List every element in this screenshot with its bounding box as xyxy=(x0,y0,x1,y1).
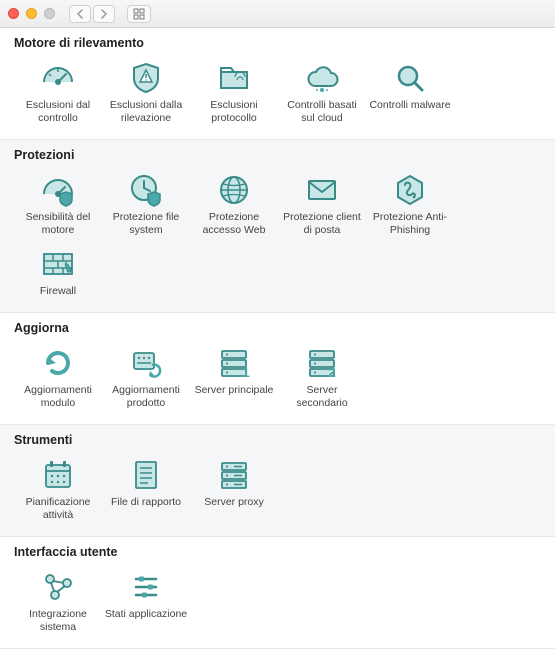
proxy-server[interactable]: Server proxy xyxy=(190,453,278,526)
item-label: Server proxy xyxy=(204,496,264,509)
section-items: Sensibilità del motoreProtezione file sy… xyxy=(14,168,541,301)
item-label: Server principale xyxy=(195,384,274,397)
section-title: Interfaccia utente xyxy=(14,545,541,559)
item-label: Aggiornamenti modulo xyxy=(16,384,100,410)
section-3: Strumenti Pianificazione attività File di … xyxy=(0,425,555,537)
item-label: Pianificazione attività xyxy=(16,496,100,522)
server-1-icon xyxy=(214,345,254,381)
cloud-controls[interactable]: Controlli basati sul cloud xyxy=(278,56,366,129)
section-items: Pianificazione attività File di rapporto S… xyxy=(14,453,541,526)
package-icon xyxy=(126,345,166,381)
report-files[interactable]: File di rapporto xyxy=(102,453,190,526)
item-label: Controlli basati sul cloud xyxy=(280,99,364,125)
anti-phishing[interactable]: Protezione Anti-Phishing xyxy=(366,168,454,241)
titlebar xyxy=(0,0,555,28)
exclusions-detection[interactable]: Esclusioni dalla rilevazione xyxy=(102,56,190,129)
item-label: Protezione file system xyxy=(104,211,188,237)
item-label: Integrazione sistema xyxy=(16,608,100,634)
item-label: Controlli malware xyxy=(369,99,450,112)
product-updates[interactable]: Aggiornamenti prodotto xyxy=(102,341,190,414)
folder-icon xyxy=(214,60,254,96)
section-title: Protezioni xyxy=(14,148,541,162)
exclusions-protocol[interactable]: Esclusioni protocollo xyxy=(190,56,278,129)
item-label: Stati applicazione xyxy=(105,608,187,621)
gauge-icon xyxy=(38,60,78,96)
section-items: Esclusioni dal controlloEsclusioni dalla… xyxy=(14,56,541,129)
item-label: Protezione client di posta xyxy=(280,211,364,237)
item-label: Esclusioni protocollo xyxy=(192,99,276,125)
item-label: Esclusioni dal controllo xyxy=(16,99,100,125)
secondary-server[interactable]: Server secondario xyxy=(278,341,366,414)
forward-button[interactable] xyxy=(93,5,115,23)
item-label: Protezione accesso Web xyxy=(192,211,276,237)
section-4: Interfaccia utente Integrazione sistema St… xyxy=(0,537,555,649)
section-items: Aggiornamenti moduloAggiornamenti prodot… xyxy=(14,341,541,414)
engine-sensitivity[interactable]: Sensibilità del motore xyxy=(14,168,102,241)
app-states[interactable]: Stati applicazione xyxy=(102,565,190,638)
item-label: Sensibilità del motore xyxy=(16,211,100,237)
web-protection[interactable]: Protezione accesso Web xyxy=(190,168,278,241)
nodes-icon xyxy=(38,569,78,605)
section-title: Strumenti xyxy=(14,433,541,447)
item-label: Protezione Anti-Phishing xyxy=(368,211,452,237)
module-updates[interactable]: Aggiornamenti modulo xyxy=(14,341,102,414)
exclusions-control[interactable]: Esclusioni dal controllo xyxy=(14,56,102,129)
magnifier-icon xyxy=(390,60,430,96)
malware-controls[interactable]: Controlli malware xyxy=(366,56,454,129)
firewall-icon xyxy=(38,246,78,282)
preferences-content: Motore di rilevamento Esclusioni dal cont… xyxy=(0,28,555,649)
window-controls xyxy=(8,8,55,19)
grid-view-button[interactable] xyxy=(127,5,151,23)
section-0: Motore di rilevamento Esclusioni dal cont… xyxy=(0,28,555,140)
firewall[interactable]: Firewall xyxy=(14,242,102,302)
system-integration[interactable]: Integrazione sistema xyxy=(14,565,102,638)
maximize-icon xyxy=(44,8,55,19)
server-icon xyxy=(214,457,254,493)
section-title: Motore di rilevamento xyxy=(14,36,541,50)
calendar-icon xyxy=(38,457,78,493)
clock-shield-icon xyxy=(126,172,166,208)
mail-icon xyxy=(302,172,342,208)
sliders-icon xyxy=(126,569,166,605)
fs-protection[interactable]: Protezione file system xyxy=(102,168,190,241)
refresh-icon xyxy=(38,345,78,381)
cloud-icon xyxy=(302,60,342,96)
shield-alert-icon xyxy=(126,60,166,96)
section-items: Integrazione sistema Stati applicazione xyxy=(14,565,541,638)
primary-server[interactable]: Server principale xyxy=(190,341,278,414)
item-label: Esclusioni dalla rilevazione xyxy=(104,99,188,125)
task-scheduler[interactable]: Pianificazione attività xyxy=(14,453,102,526)
gauge-badge-icon xyxy=(38,172,78,208)
server-2-icon xyxy=(302,345,342,381)
report-icon xyxy=(126,457,166,493)
item-label: Server secondario xyxy=(280,384,364,410)
item-label: Firewall xyxy=(40,285,76,298)
mail-protection[interactable]: Protezione client di posta xyxy=(278,168,366,241)
globe-icon xyxy=(214,172,254,208)
section-title: Aggiorna xyxy=(14,321,541,335)
section-1: ProtezioniSensibilità del motoreProtezio… xyxy=(0,140,555,312)
nav-buttons xyxy=(69,5,115,23)
phishing-icon xyxy=(390,172,430,208)
section-2: Aggiorna Aggiornamenti moduloAggiornament… xyxy=(0,313,555,425)
item-label: File di rapporto xyxy=(111,496,181,509)
close-icon[interactable] xyxy=(8,8,19,19)
back-button[interactable] xyxy=(69,5,91,23)
item-label: Aggiornamenti prodotto xyxy=(104,384,188,410)
minimize-icon[interactable] xyxy=(26,8,37,19)
